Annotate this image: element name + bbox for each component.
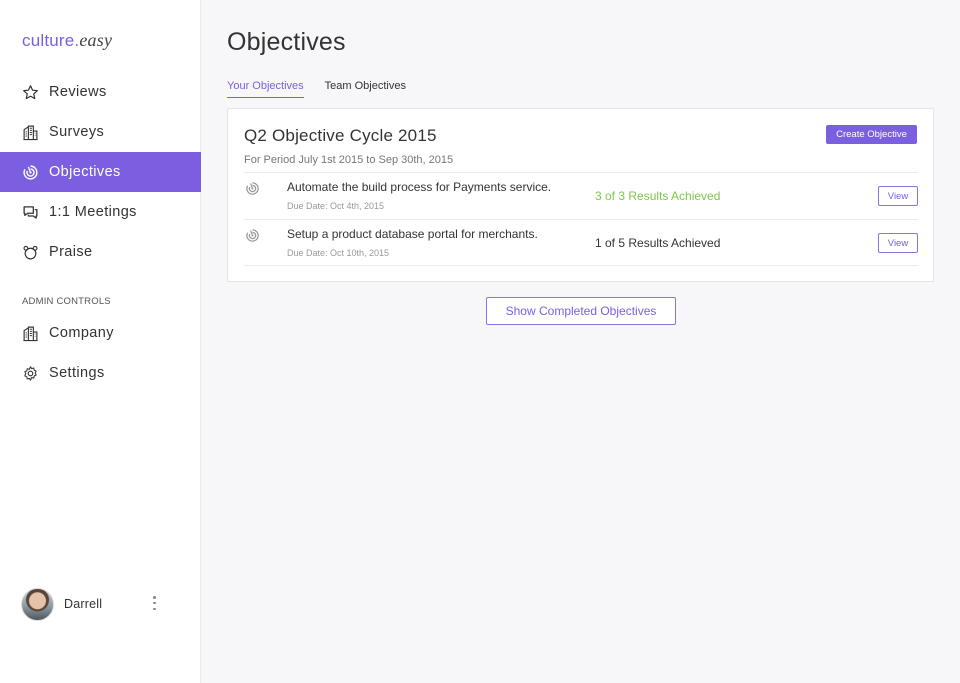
objectives-tabs: Your Objectives Team Objectives <box>227 80 406 98</box>
sidebar: culture.easy Reviews Surveys Objectives … <box>0 0 201 683</box>
objectives-list: Automate the build process for Payments … <box>244 172 918 266</box>
tab-team-objectives[interactable]: Team Objectives <box>325 80 406 98</box>
sidebar-item-praise[interactable]: Praise <box>0 232 201 272</box>
view-button[interactable]: View <box>878 233 918 253</box>
objective-due-date: Due Date: Oct 10th, 2015 <box>287 248 390 258</box>
cycle-period: For Period July 1st 2015 to Sep 30th, 20… <box>244 154 454 166</box>
chat-icon <box>21 203 39 221</box>
create-objective-button[interactable]: Create Objective <box>826 125 917 144</box>
sidebar-item-label: 1:1 Meetings <box>49 204 137 220</box>
sidebar-item-label: Praise <box>49 244 93 260</box>
star-icon <box>21 83 39 101</box>
building-icon <box>21 324 39 342</box>
sidebar-item-label: Surveys <box>49 124 105 140</box>
target-icon <box>245 228 260 243</box>
avatar[interactable] <box>21 587 54 621</box>
tab-your-objectives[interactable]: Your Objectives <box>227 80 304 98</box>
objective-row[interactable]: Automate the build process for Payments … <box>244 172 918 219</box>
objective-due-date: Due Date: Oct 4th, 2015 <box>287 201 385 211</box>
objective-cycle-card: Q2 Objective Cycle 2015 For Period July … <box>227 108 934 282</box>
sidebar-item-objectives[interactable]: Objectives <box>0 152 201 192</box>
user-name: Darrell <box>64 597 103 611</box>
app-logo[interactable]: culture.easy <box>22 30 112 51</box>
admin-controls-heading: ADMIN CONTROLS <box>22 296 111 307</box>
user-profile[interactable]: Darrell <box>21 587 171 621</box>
logo-part-2: easy <box>79 30 113 50</box>
target-icon <box>21 163 39 181</box>
show-completed-objectives-button[interactable]: Show Completed Objectives <box>486 297 676 325</box>
objective-title: Automate the build process for Payments … <box>287 180 552 194</box>
bear-icon <box>21 243 39 261</box>
sidebar-item-label: Reviews <box>49 84 107 100</box>
admin-nav: Company Settings <box>0 313 201 393</box>
logo-part-1: culture. <box>22 31 80 50</box>
target-icon <box>245 181 260 196</box>
sidebar-item-settings[interactable]: Settings <box>0 353 201 393</box>
sidebar-item-company[interactable]: Company <box>0 313 201 353</box>
objective-status: 3 of 3 Results Achieved <box>595 189 721 203</box>
view-button[interactable]: View <box>878 186 918 206</box>
objective-row[interactable]: Setup a product database portal for merc… <box>244 219 918 266</box>
sidebar-item-reviews[interactable]: Reviews <box>0 72 201 112</box>
objective-title: Setup a product database portal for merc… <box>287 227 538 241</box>
primary-nav: Reviews Surveys Objectives 1:1 Meetings … <box>0 72 201 272</box>
main-content: Objectives Your Objectives Team Objectiv… <box>201 0 960 683</box>
objective-status: 1 of 5 Results Achieved <box>595 236 721 250</box>
sidebar-item-meetings[interactable]: 1:1 Meetings <box>0 192 201 232</box>
sidebar-item-label: Settings <box>49 365 105 381</box>
gear-icon <box>21 364 39 382</box>
page-title: Objectives <box>227 28 346 56</box>
building-icon <box>21 123 39 141</box>
sidebar-item-label: Company <box>49 325 114 341</box>
cycle-title: Q2 Objective Cycle 2015 <box>244 126 437 145</box>
sidebar-item-surveys[interactable]: Surveys <box>0 112 201 152</box>
more-options-icon[interactable] <box>153 596 157 610</box>
sidebar-item-label: Objectives <box>49 164 121 180</box>
